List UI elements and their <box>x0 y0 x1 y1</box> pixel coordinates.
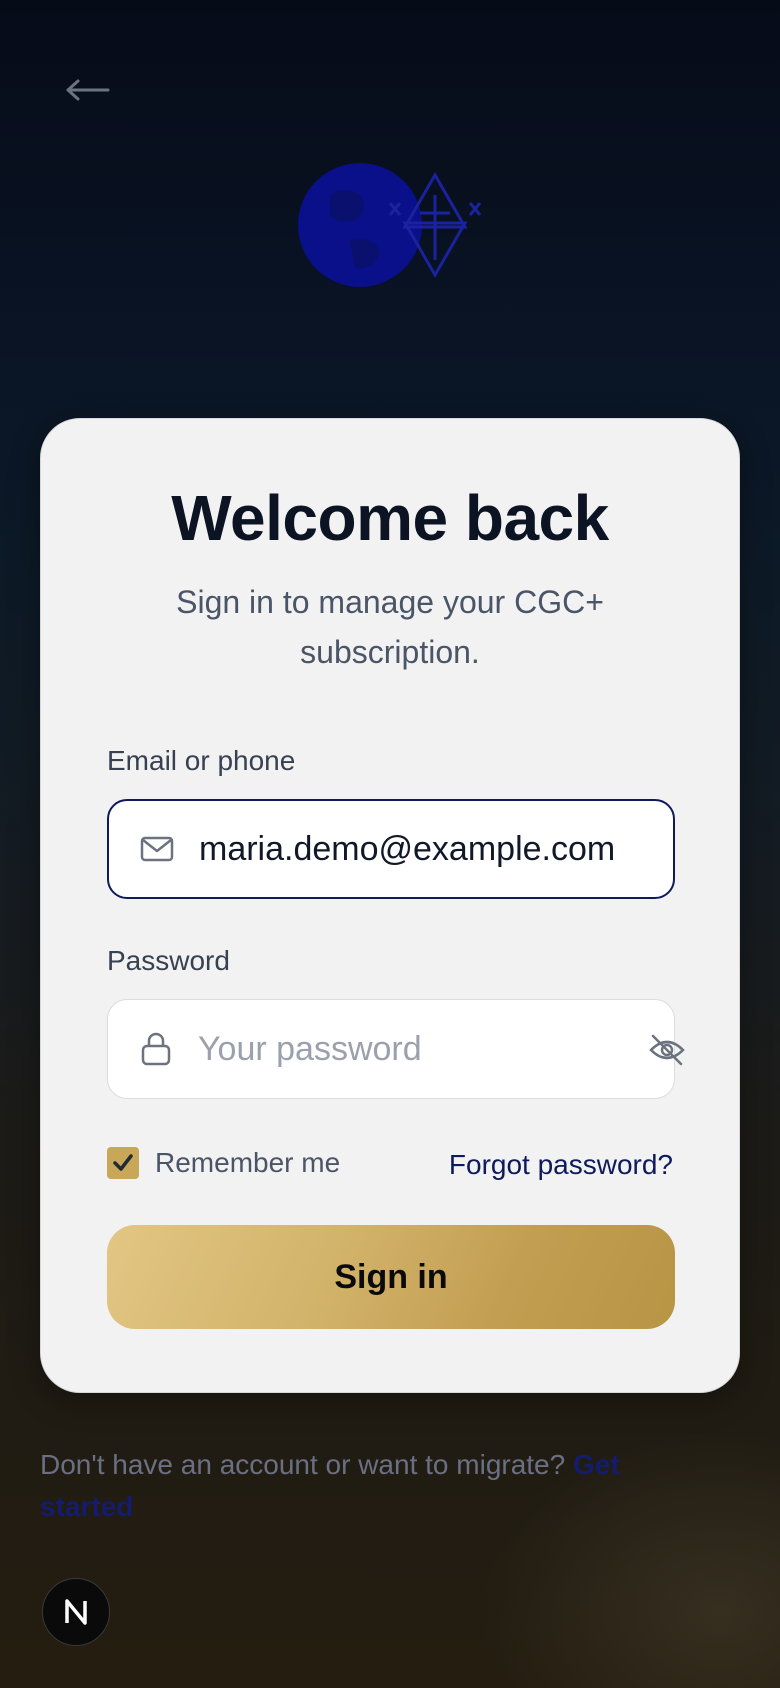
mail-icon <box>140 836 174 862</box>
lock-icon <box>141 1032 171 1066</box>
login-card: Welcome back Sign in to manage your CGC+… <box>40 418 740 1393</box>
brand-logo <box>290 155 490 295</box>
email-value[interactable]: maria.demo@example.com <box>199 830 615 869</box>
page-subtitle: Sign in to manage your CGC+ subscription… <box>176 584 604 670</box>
forgot-password-link[interactable]: Forgot password? <box>449 1149 673 1181</box>
remember-me-checkbox[interactable]: Remember me <box>107 1147 340 1179</box>
check-icon <box>113 1154 133 1171</box>
page-title: Welcome back <box>171 482 609 554</box>
password-field[interactable]: Your password <box>107 999 685 1099</box>
next-devtools-badge[interactable] <box>42 1578 110 1646</box>
globe-star-cross-logo <box>298 163 482 287</box>
password-label: Password <box>107 945 230 976</box>
arrow-left-icon <box>66 79 110 101</box>
checkbox-checked[interactable] <box>107 1147 139 1179</box>
password-placeholder[interactable]: Your password <box>198 1030 422 1069</box>
back-button[interactable] <box>58 70 118 110</box>
signup-prompt: Don't have an account or want to migrate… <box>40 1444 680 1528</box>
email-label: Email or phone <box>107 745 296 776</box>
remember-me-label: Remember me <box>155 1147 341 1178</box>
sign-in-button[interactable]: Sign in <box>107 1225 675 1329</box>
eye-off-icon[interactable] <box>648 1032 686 1068</box>
n-logo-icon <box>65 1599 87 1625</box>
signup-prompt-text: Don't have an account or want to migrate… <box>40 1449 566 1480</box>
email-field[interactable]: maria.demo@example.com <box>107 799 675 899</box>
